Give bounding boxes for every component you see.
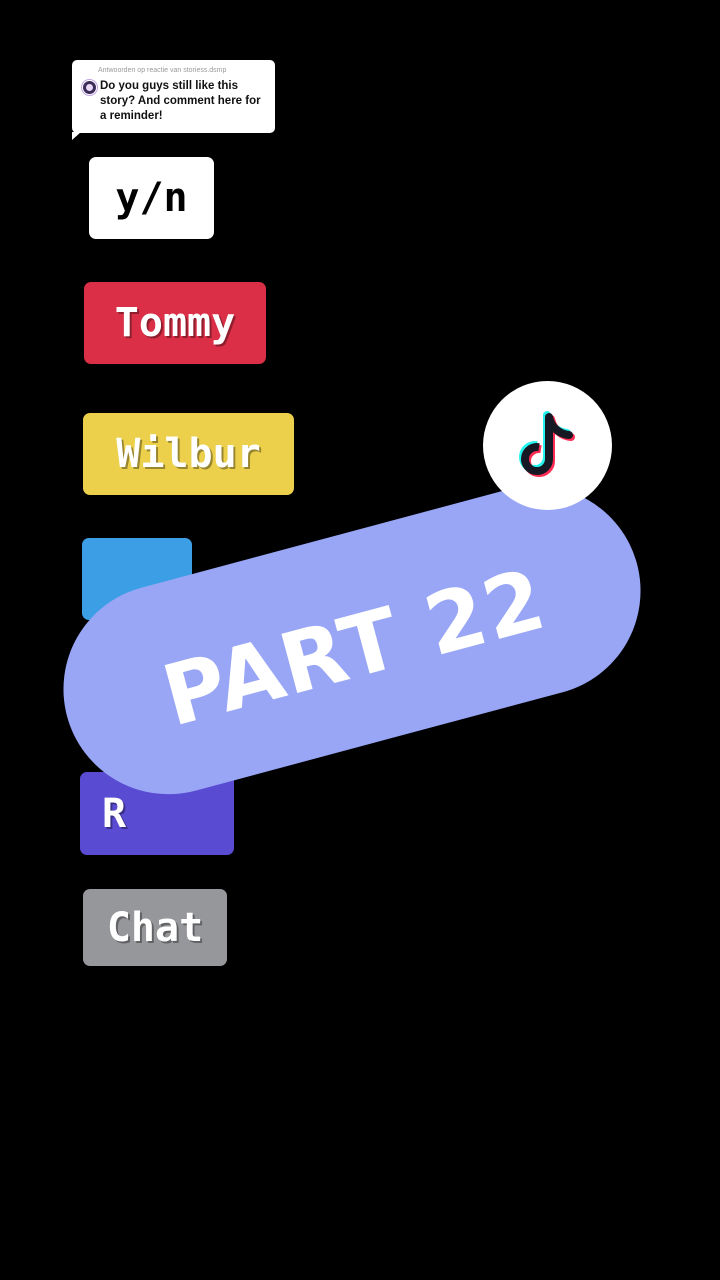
commenter-avatar xyxy=(82,80,97,95)
reply-header: Antwoorden op reactie van storiess.dsmp xyxy=(98,67,227,74)
part-banner-text: PART 22 xyxy=(152,549,556,746)
reply-comment-card[interactable]: Antwoorden op reactie van storiess.dsmp … xyxy=(72,60,275,140)
speech-bubble-tail xyxy=(72,132,81,140)
part-banner: PART 22 xyxy=(39,462,665,818)
tiktok-logo-icon xyxy=(483,381,612,510)
reply-text: Do you guys still like this story? And c… xyxy=(100,80,261,122)
character-tag-wilbur: Wilbur xyxy=(83,413,294,495)
tiktok-note-icon xyxy=(518,410,575,477)
character-tag-chat: Chat xyxy=(83,889,227,966)
character-tag-yn: y/n xyxy=(89,157,214,239)
character-tag-tommy: Tommy xyxy=(84,282,266,364)
